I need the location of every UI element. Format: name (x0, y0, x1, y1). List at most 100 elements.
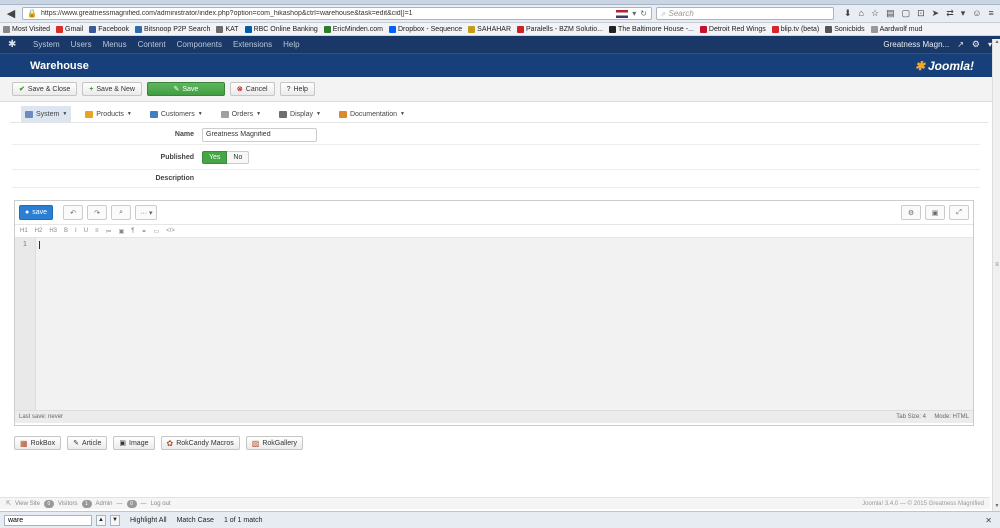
bookmark-item[interactable]: Paralells - BZM Solutio... (517, 25, 603, 33)
highlight-all-toggle[interactable]: Highlight All (130, 517, 167, 524)
page-scrollbar[interactable]: ▲ ≡ ▼ (992, 39, 1000, 511)
bookmark-item[interactable]: Dropbox - Sequence (388, 25, 462, 33)
format-button[interactable]: ▣ (119, 228, 125, 235)
submenu-item-customers[interactable]: Customers ▼ (146, 106, 207, 122)
editor-search-icon[interactable]: ⌕ (111, 205, 132, 220)
joomla-logo-icon: ✱ (914, 58, 925, 73)
article-button[interactable]: ✎ Article (67, 436, 108, 450)
scroll-up-arrow-icon[interactable]: ▲ (993, 39, 1000, 47)
menu-arrow-icon[interactable]: ▾ (961, 8, 966, 19)
editor-save-button[interactable]: ● save (19, 205, 54, 220)
format-button[interactable]: ≔ (106, 228, 112, 235)
bookmark-item[interactable]: Sonicbids (825, 25, 865, 33)
rokcandy-macros-button[interactable]: ✿ RokCandy Macros (160, 436, 240, 450)
external-link-icon[interactable]: ↗ (957, 40, 964, 49)
logout-link[interactable]: Log out (151, 501, 171, 507)
admin-menu-help[interactable]: Help (283, 40, 299, 49)
undo-icon[interactable]: ↶ (63, 205, 84, 220)
admin-menu-extensions[interactable]: Extensions (233, 40, 272, 49)
bookmark-item[interactable]: KAT (216, 25, 239, 33)
hamburger-menu-icon[interactable]: ≡ (988, 8, 993, 19)
format-button[interactable]: I (75, 228, 77, 234)
cancel-button[interactable]: ⊗ Cancel (229, 82, 275, 96)
help-button[interactable]: ? Help (279, 82, 315, 96)
format-button[interactable]: U (84, 228, 88, 234)
bookmark-item[interactable]: Aardwolf mud (870, 25, 923, 33)
name-field[interactable] (202, 127, 317, 142)
close-icon[interactable]: ✕ (985, 516, 992, 525)
rokbox-button[interactable]: ▦ RokBox (14, 436, 62, 450)
url-bar[interactable]: 🔒 https://www.greatnessmagnified.com/adm… (22, 7, 652, 20)
format-button[interactable]: ¶ (131, 228, 134, 234)
submenu-item-system[interactable]: System ▼ (21, 106, 72, 122)
admin-menu-menus[interactable]: Menus (103, 40, 127, 49)
published-no-button[interactable]: No (227, 150, 250, 164)
format-button[interactable]: ≡ (95, 228, 99, 234)
find-next-icon[interactable]: ▼ (110, 514, 120, 526)
redo-icon[interactable]: ↷ (87, 205, 108, 220)
scroll-down-arrow-icon[interactable]: ▼ (993, 503, 1000, 511)
match-case-toggle[interactable]: Match Case (177, 517, 214, 524)
bookmark-item[interactable]: Facebook (89, 25, 129, 33)
bookmark-item[interactable]: blip.tv (beta) (771, 25, 819, 33)
bookmark-item[interactable]: Bitsnoop P2P Search (135, 25, 210, 33)
find-input[interactable] (4, 514, 92, 526)
bookmark-star-icon[interactable]: ☆ (871, 8, 879, 19)
lock-icon[interactable]: ⊡ (917, 8, 925, 19)
bookmark-item[interactable]: The Baltimore House -... (609, 25, 694, 33)
save-button[interactable]: ✎ Save (146, 82, 225, 96)
editor-more-button[interactable]: ··· ▾ (135, 205, 158, 220)
url-text[interactable]: https://www.greatnessmagnified.com/admin… (41, 10, 612, 17)
dropdown-icon[interactable]: ▾ (632, 9, 636, 18)
format-button[interactable]: H3 (49, 228, 57, 234)
format-button[interactable]: </> (166, 228, 175, 234)
format-button[interactable]: H2 (35, 228, 43, 234)
admin-menu-system[interactable]: System (33, 40, 60, 49)
bookmark-item[interactable]: Detroit Red Wings (699, 25, 766, 33)
editor-snippet-icon[interactable]: ▣ (925, 205, 945, 220)
bookmark-item[interactable]: Most Visited (3, 25, 50, 33)
bookmark-label: Aardwolf mud (879, 25, 923, 33)
submenu-item-documentation[interactable]: Documentation ▼ (335, 106, 409, 122)
home-icon[interactable]: ⌂ (859, 8, 864, 19)
chat-icon[interactable]: ☺ (972, 8, 981, 19)
code-area[interactable] (36, 238, 973, 410)
fullscreen-icon[interactable]: ⤢ (949, 205, 969, 220)
format-button[interactable]: H1 (20, 228, 28, 234)
submenu-item-products[interactable]: Products ▼ (81, 106, 136, 122)
user-menu-gear-icon[interactable]: ⚙ (972, 39, 980, 50)
image-button[interactable]: ▣ Image (113, 436, 155, 450)
format-button[interactable]: ▭ (154, 228, 160, 235)
site-name-link[interactable]: Greatness Magn... (883, 40, 949, 49)
published-yes-button[interactable]: Yes (202, 150, 228, 164)
format-button[interactable]: B (64, 228, 68, 234)
joomla-mini-icon[interactable]: ✱ (8, 39, 22, 50)
send-icon[interactable]: ➤ (932, 8, 940, 19)
addon-icon[interactable]: ⇄ (946, 8, 954, 19)
back-arrow-icon[interactable]: ◀ (4, 7, 18, 21)
bookmark-item[interactable]: RBC Online Banking (244, 25, 318, 33)
save-close-button[interactable]: ✔ Save & Close (12, 82, 78, 96)
rokgallery-button[interactable]: ▨ RokGallery (245, 436, 303, 450)
find-prev-icon[interactable]: ▲ (96, 514, 106, 526)
admin-menu-content[interactable]: Content (138, 40, 166, 49)
bookmark-item[interactable]: SAHAHAR (468, 25, 511, 33)
pocket-icon[interactable]: ▢ (902, 8, 911, 19)
bookmark-item[interactable]: EricMinden.com (323, 25, 383, 33)
page-header: Warehouse ✱ Joomla! (0, 53, 1000, 77)
admin-menu-components[interactable]: Components (177, 40, 222, 49)
bookmark-item[interactable]: Gmail (56, 25, 83, 33)
admin-menu-users[interactable]: Users (71, 40, 92, 49)
format-button[interactable]: ⚭ (141, 228, 146, 235)
submenu-item-orders[interactable]: Orders ▼ (217, 106, 265, 122)
scroll-thumb[interactable]: ≡ (994, 261, 1000, 269)
save-new-button[interactable]: + Save & New (82, 82, 142, 96)
submenu-item-display[interactable]: Display ▼ (275, 106, 325, 122)
editor-settings-icon[interactable]: ⚙ (901, 205, 921, 220)
browser-search-box[interactable]: ⌕ Search (656, 7, 834, 20)
clipboard-icon[interactable]: ▤ (886, 8, 895, 19)
description-label: Description (155, 175, 194, 182)
view-site-link[interactable]: View Site (15, 501, 40, 507)
reload-icon[interactable]: ↻ (640, 9, 647, 18)
download-icon[interactable]: ⬇ (844, 8, 852, 19)
